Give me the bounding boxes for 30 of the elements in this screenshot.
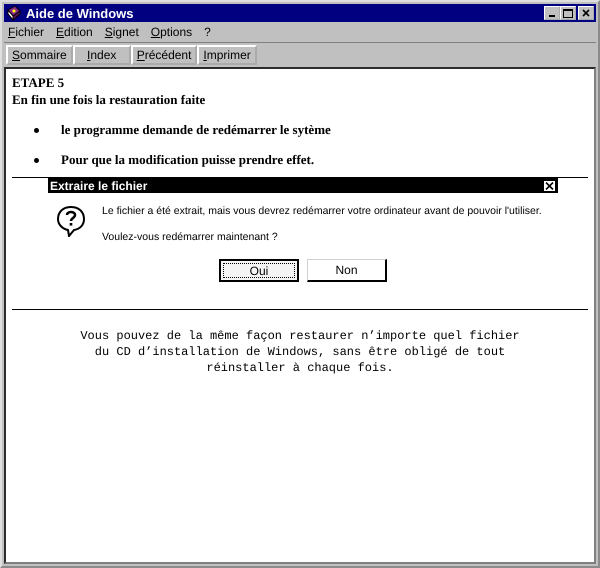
intro-text: En fin une fois la restauration faite xyxy=(12,92,206,108)
menu-item[interactable]: Fichier xyxy=(8,25,44,39)
close-button[interactable] xyxy=(543,180,556,192)
close-icon xyxy=(582,9,590,17)
bullet-text: Pour que la modification puisse prendre effet. xyxy=(61,152,314,168)
dialog-button[interactable]: Oui xyxy=(219,259,299,282)
maximize-icon xyxy=(563,8,573,18)
bullet-icon xyxy=(34,158,39,162)
menu-item[interactable]: Signet xyxy=(104,25,139,39)
step-heading: ETAPE 5 xyxy=(12,75,66,91)
bullet-text: le programme demande de redémarrer le sytème xyxy=(61,122,331,138)
bullet-icon xyxy=(34,128,39,132)
question-icon xyxy=(56,205,86,237)
dialog-title: Extraire le fichier xyxy=(50,178,148,192)
toolbar-button[interactable]: Précédent xyxy=(130,45,198,65)
toolbar-button[interactable]: Sommaire xyxy=(6,45,73,65)
toolbar-button[interactable]: Index xyxy=(72,45,131,65)
book-icon xyxy=(6,5,22,21)
menu-item[interactable]: Edition xyxy=(56,25,93,39)
maximize-button[interactable] xyxy=(560,6,576,20)
footer-paragraph: Vous pouvez de la même façon restaurer n’importe quel fichier du CD d’installation de Windows, sans être obligé de tout réinstaller à chaque fois. xyxy=(79,328,521,376)
close-icon xyxy=(545,182,554,190)
dialog-message: Le fichier a été extrait, mais vous devrez redémarrer votre ordinateur avant de pouvoir l'utiliser. xyxy=(102,205,542,217)
minimize-button[interactable] xyxy=(544,6,560,20)
menu-item[interactable]: Options xyxy=(150,25,192,39)
dialog-question: Voulez-vous redémarrer maintenant ? xyxy=(102,231,279,243)
dialog-button[interactable]: Non xyxy=(307,259,387,282)
toolbar-button[interactable]: Imprimer xyxy=(197,45,257,65)
window-title: Aide de Windows xyxy=(26,6,134,20)
menu-item[interactable]: ? xyxy=(204,25,211,39)
